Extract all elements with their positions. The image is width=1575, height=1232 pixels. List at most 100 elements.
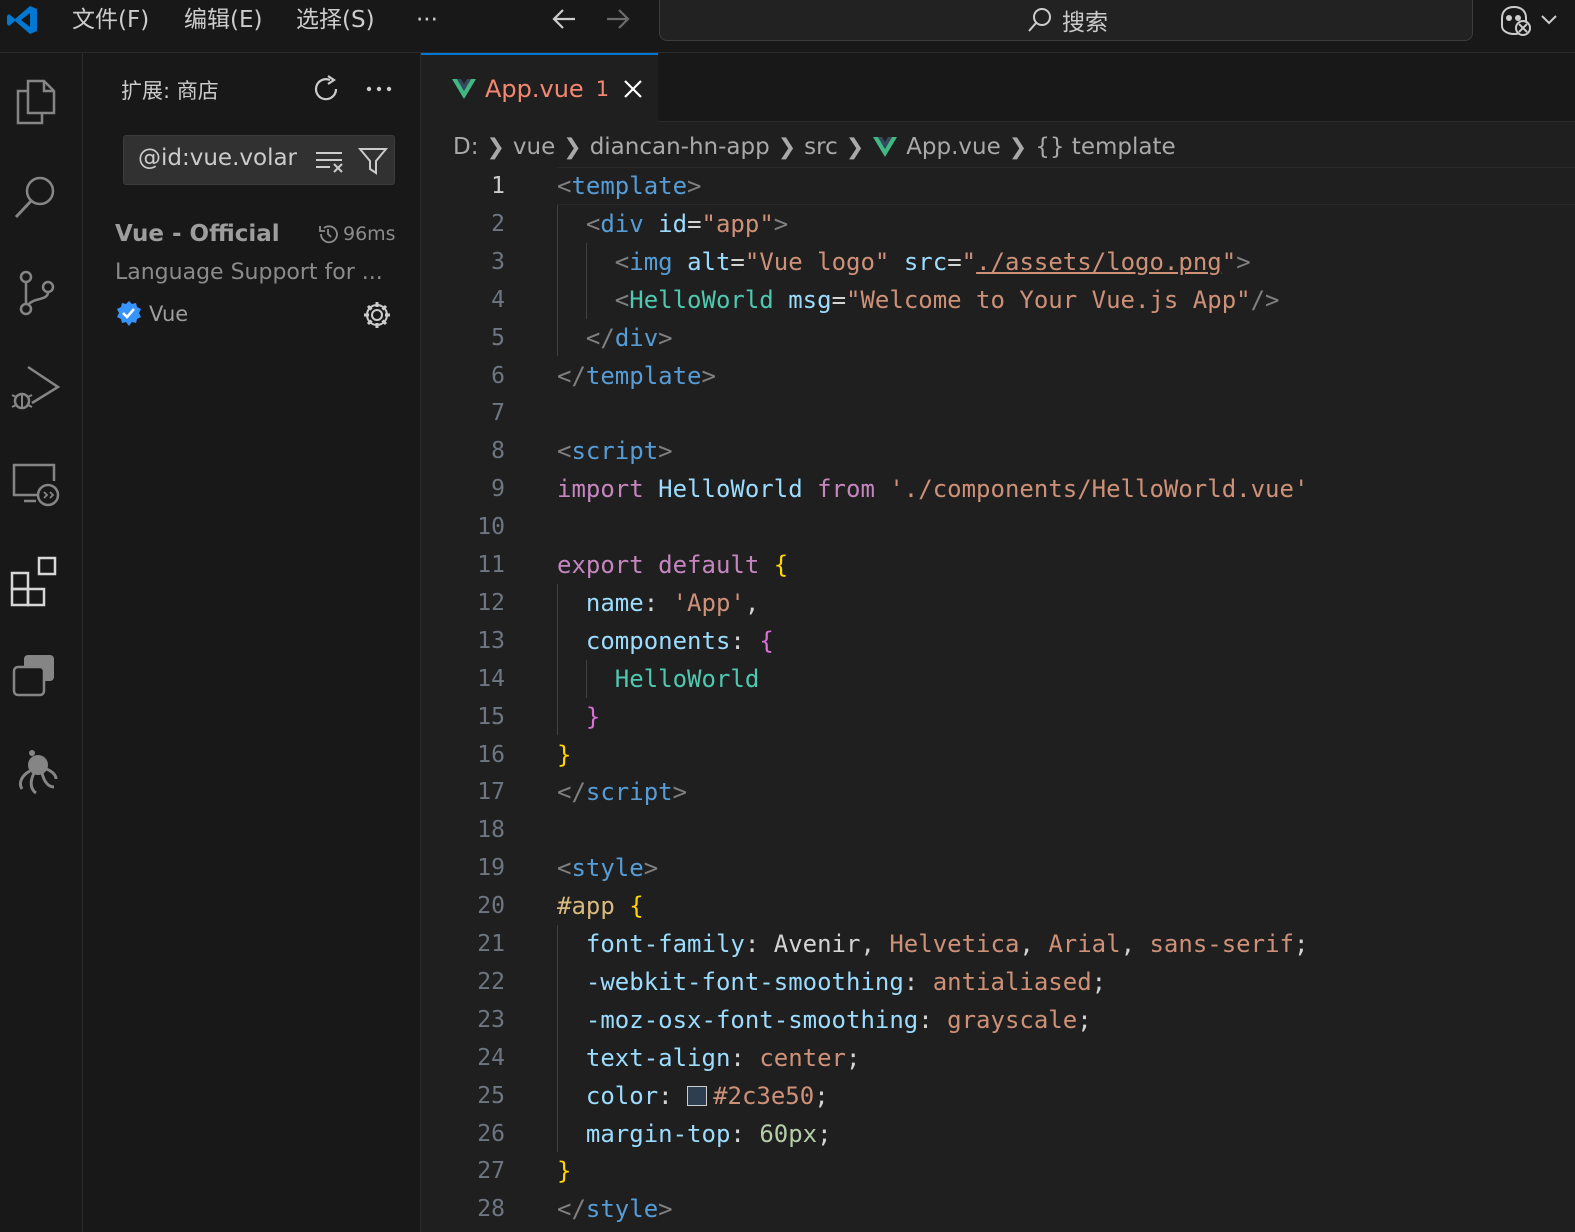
indent-guide [585,659,587,698]
current-line-highlight [557,167,1575,205]
code-text: text-align: center; [585,1043,861,1072]
code-line[interactable]: 11 export default { [421,546,1575,584]
extension-search-input[interactable]: @id:vue.volar [123,135,395,185]
code-line[interactable]: 4 <HelloWorld msg="Welcome to Your Vue.j… [421,281,1575,319]
remote-windows-icon[interactable] [8,649,64,705]
extensions-icon[interactable] [8,553,64,609]
clear-search-icon[interactable] [314,148,346,174]
line-number: 18 [477,817,505,844]
code-line[interactable]: 20 #app { [421,887,1575,925]
code-text: </script> [557,778,688,807]
sidebar-title: 扩展: 商店 [121,79,219,103]
code-line[interactable]: 26 margin-top: 60px; [421,1115,1575,1153]
command-center-search[interactable]: 搜索 [659,0,1473,41]
line-number: 26 [477,1120,505,1147]
line-number: 11 [477,552,505,578]
source-control-icon[interactable] [8,265,64,321]
tab-filename: App.vue [485,74,584,103]
code-text: </template> [557,361,716,390]
code-line[interactable]: 15 } [421,698,1575,736]
breadcrumb-folder-src[interactable]: src [804,134,838,160]
refresh-icon[interactable] [311,73,343,105]
search-icon[interactable] [8,169,64,225]
line-number: 13 [477,627,505,654]
more-actions-icon[interactable] [363,73,395,105]
extension-search-value[interactable]: @id:vue.volar [138,145,297,171]
code-line[interactable]: 2 <div id="app"> [421,205,1575,243]
vue-file-icon [873,137,898,157]
breadcrumb-drive[interactable]: D: [453,134,478,160]
octopus-extension-icon[interactable] [8,745,64,801]
code-text: #app { [557,892,644,921]
indent-guide [557,925,558,1153]
line-number: 28 [477,1196,505,1223]
code-line[interactable]: 28 </style> [421,1190,1575,1228]
remote-explorer-icon[interactable] [8,457,64,513]
line-number: 27 [477,1158,505,1185]
line-number: 19 [477,855,505,882]
code-line[interactable]: 23 -moz-osx-font-smoothing: grayscale; [421,1001,1575,1039]
code-text: <div id="app"> [585,209,789,238]
activation-time: 96ms [317,223,396,245]
code-line[interactable]: 6 </template> [421,357,1575,395]
breadcrumb-folder-project[interactable]: diancan-hn-app [590,134,770,160]
tab-app-vue[interactable]: App.vue 1 [421,53,658,122]
code-line[interactable]: 21 font-family: Avenir, Helvetica, Arial… [421,925,1575,963]
extension-name: Vue - Official [115,221,280,247]
indent-guide [557,204,558,357]
code-text: <img alt="Vue logo" src="./assets/logo.p… [614,247,1251,276]
line-number: 10 [477,514,505,541]
code-line[interactable]: 16} [421,736,1575,774]
code-line[interactable]: 24 text-align: center; [421,1039,1575,1077]
code-line[interactable]: 22 -webkit-font-smoothing: antialiased; [421,963,1575,1001]
code-line[interactable]: 14 HelloWorld [421,660,1575,698]
menu-edit[interactable]: 编辑(E) [184,4,262,36]
code-text: import HelloWorld from './components/Hel… [557,475,1309,504]
code-line[interactable]: 18 [421,811,1575,849]
line-number: 1 [491,173,505,199]
code-line[interactable]: 19 <style> [421,849,1575,887]
tab-bar: App.vue 1 [421,53,1575,122]
copilot-icon[interactable] [1496,2,1566,38]
back-arrow-icon[interactable] [545,0,585,40]
breadcrumb-file[interactable]: App.vue [906,134,1001,160]
code-text: } [557,740,572,769]
code-line[interactable]: 3 <img alt="Vue logo" src="./assets/logo… [421,243,1575,281]
vscode-logo-icon[interactable] [4,2,40,38]
line-number: 20 [477,893,505,920]
line-number: 22 [477,968,505,995]
extensions-sidebar: 扩展: 商店 @id:vue.volar Vue - Official 96ms… [83,53,421,1232]
breadcrumb-symbol[interactable]: {} template [1035,134,1175,160]
publisher-name: Vue [149,302,189,326]
code-line[interactable]: 5 </div> [421,319,1575,357]
code-line[interactable]: 9 import HelloWorld from './components/He… [421,470,1575,508]
menu-file[interactable]: 文件(F) [72,4,149,36]
menu-select[interactable]: 选择(S) [296,4,375,36]
code-line[interactable]: 10 [421,508,1575,546]
chevron-right-icon: ❯ [486,134,505,160]
code-line[interactable]: 17 </script> [421,773,1575,811]
line-number: 16 [477,741,505,768]
run-debug-icon[interactable] [8,361,64,417]
breadcrumb-folder-vue[interactable]: vue [513,134,555,160]
code-line[interactable]: 8 <script> [421,432,1575,470]
code-line[interactable]: 7 [421,394,1575,432]
code-line[interactable]: 1 <template> [421,167,1575,205]
history-icon [319,225,338,244]
color-swatch[interactable] [687,1085,708,1106]
verified-badge-icon [117,301,141,326]
activation-time-value: 96ms [343,223,396,245]
explorer-icon[interactable] [8,73,64,129]
code-line[interactable]: 27} [421,1152,1575,1190]
filter-icon[interactable] [358,146,388,176]
code-line[interactable]: 13 components: { [421,622,1575,660]
forward-arrow-icon[interactable] [597,0,637,40]
code-line[interactable]: 12 name: 'App', [421,584,1575,622]
code-text: } [585,702,601,731]
gear-icon[interactable] [361,299,393,331]
code-line[interactable]: 25 color: #2c3e50; [421,1077,1575,1115]
close-icon[interactable] [621,77,645,101]
extension-description: Language Support for ... [115,260,383,285]
code-text: components: { [585,626,774,655]
menu-more[interactable]: ··· [416,4,438,36]
